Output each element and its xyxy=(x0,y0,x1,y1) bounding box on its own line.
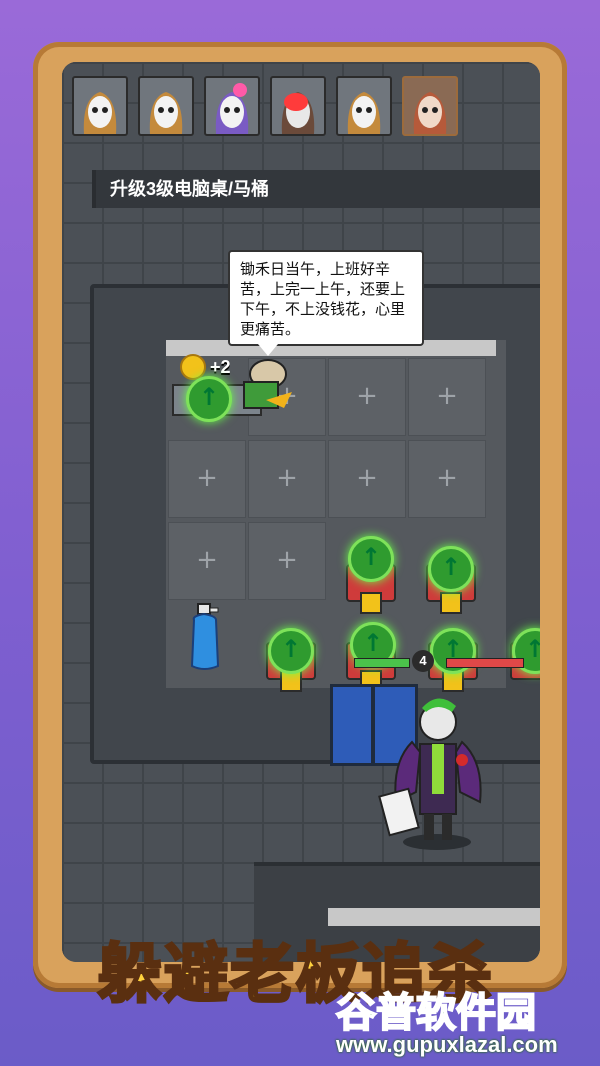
character-avatar-1[interactable] xyxy=(72,76,128,136)
build-slot[interactable] xyxy=(248,522,326,600)
build-slot[interactable] xyxy=(408,358,486,436)
girl-mask-avatar-icon xyxy=(281,92,315,134)
corridor-light-wall xyxy=(328,908,540,926)
character-avatar-3[interactable] xyxy=(204,76,260,136)
upgrade-arrow-icon[interactable] xyxy=(428,546,474,592)
worker-character-icon xyxy=(243,359,292,409)
build-slot[interactable] xyxy=(328,440,406,518)
trash-base xyxy=(440,592,462,614)
boss-stamina-bar xyxy=(354,658,410,668)
build-slot[interactable] xyxy=(168,522,246,600)
character-avatar-5[interactable] xyxy=(336,76,392,136)
watermark-url: www.gupuxlazal.com xyxy=(336,1032,558,1057)
watermark-name: 谷普软件园 xyxy=(335,989,537,1037)
water-dispenser-icon[interactable] xyxy=(188,602,222,672)
build-slot[interactable] xyxy=(408,440,486,518)
character-avatar-4[interactable] xyxy=(270,76,326,136)
girl-avatar-icon xyxy=(149,92,183,134)
task-objective: 升级3级电脑桌/马桶 xyxy=(92,170,540,208)
girl-bow-avatar-icon xyxy=(215,83,249,134)
upgrade-arrow-icon[interactable] xyxy=(268,628,314,674)
upgrade-arrow-icon[interactable] xyxy=(348,536,394,582)
character-roster xyxy=(72,76,458,136)
girl-selected-avatar-icon xyxy=(413,92,447,134)
game-screen[interactable]: 升级3级电脑桌/马桶 +2 锄禾日当午，上班好辛苦，上完一上午，还要上下午，不上… xyxy=(62,62,540,962)
boss-health-bar: 4 xyxy=(354,650,528,672)
girl-avatar-icon xyxy=(347,92,381,134)
watermark: 谷普软件园 www.gupuxlazal.com xyxy=(330,980,600,1066)
upgrade-arrow-icon[interactable] xyxy=(186,376,232,422)
build-slot[interactable] xyxy=(328,358,406,436)
boss-hp-bar xyxy=(446,658,524,668)
speech-bubble: 锄禾日当午，上班好辛苦，上完一上午，还要上下午，不上没钱花，心里更痛苦。 xyxy=(228,250,424,356)
character-avatar-6-selected[interactable] xyxy=(402,76,458,136)
trash-base xyxy=(360,592,382,614)
build-slot[interactable] xyxy=(248,440,326,518)
girl-avatar-icon xyxy=(83,92,117,134)
boss-character-icon xyxy=(378,698,482,850)
build-slot[interactable] xyxy=(168,440,246,518)
character-avatar-2[interactable] xyxy=(138,76,194,136)
coin-reward-amount: +2 xyxy=(210,356,231,377)
boss-level-badge: 4 xyxy=(412,650,434,672)
